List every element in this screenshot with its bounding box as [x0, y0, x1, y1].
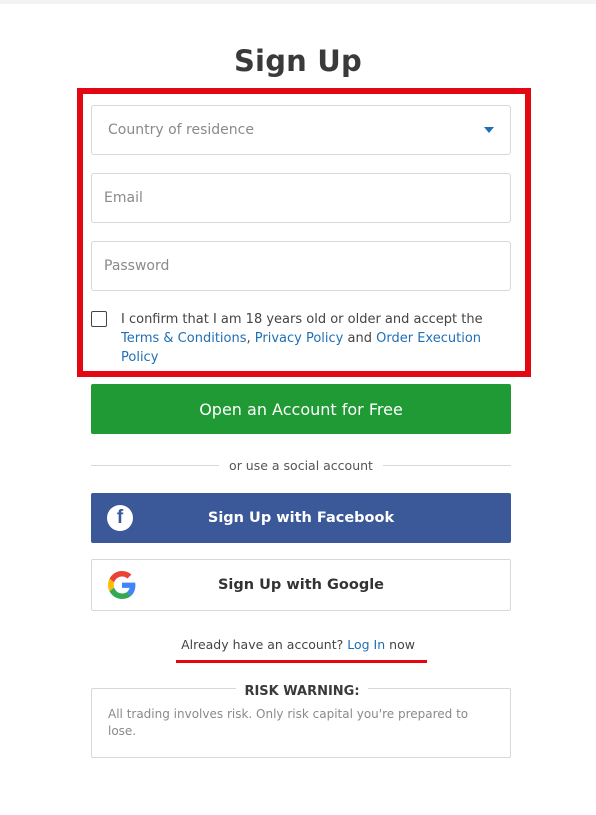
- risk-warning-title: RISK WARNING:: [236, 684, 368, 699]
- risk-warning-box: RISK WARNING: All trading involves risk.…: [91, 684, 511, 758]
- country-select[interactable]: Country of residence: [91, 105, 511, 155]
- divider-text: or use a social account: [229, 458, 373, 473]
- facebook-signup-button[interactable]: f Sign Up with Facebook: [91, 493, 511, 543]
- consent-intro: I confirm that I am 18 years old or olde…: [121, 312, 483, 327]
- terms-link[interactable]: Terms & Conditions: [121, 331, 247, 346]
- login-prompt: Already have an account? Log In now: [0, 637, 596, 652]
- country-select-placeholder: Country of residence: [108, 122, 254, 138]
- risk-warning-text: All trading involves risk. Only risk cap…: [108, 707, 469, 738]
- divider-line-right: [382, 465, 511, 466]
- google-signup-label: Sign Up with Google: [217, 577, 385, 593]
- top-border: [0, 0, 596, 4]
- login-prompt-text: Already have an account?: [181, 637, 344, 652]
- login-link[interactable]: Log In: [347, 637, 385, 652]
- risk-warning-title-wrap: RISK WARNING:: [92, 680, 512, 699]
- email-field[interactable]: [104, 174, 510, 222]
- chevron-down-icon[interactable]: [484, 127, 494, 133]
- consent-checkbox[interactable]: [91, 311, 107, 327]
- open-account-button[interactable]: Open an Account for Free: [91, 384, 511, 434]
- password-field[interactable]: [104, 242, 510, 290]
- consent-comma: ,: [246, 331, 251, 346]
- password-field-wrapper: [91, 241, 511, 291]
- email-field-wrapper: [91, 173, 511, 223]
- consent-and: and: [347, 331, 372, 346]
- social-divider: or use a social account: [91, 458, 511, 473]
- google-signup-button[interactable]: Sign Up with Google: [91, 559, 511, 611]
- consent-text: I confirm that I am 18 years old or olde…: [121, 310, 511, 367]
- privacy-link[interactable]: Privacy Policy: [255, 331, 344, 346]
- divider-line-left: [91, 465, 220, 466]
- facebook-signup-label: Sign Up with Facebook: [207, 510, 395, 526]
- consent-row: I confirm that I am 18 years old or olde…: [91, 310, 511, 367]
- facebook-icon: f: [107, 505, 133, 531]
- google-icon: [108, 571, 136, 599]
- page-title: Sign Up: [233, 44, 363, 78]
- login-suffix: now: [389, 637, 415, 652]
- login-underline-annotation: [176, 660, 427, 663]
